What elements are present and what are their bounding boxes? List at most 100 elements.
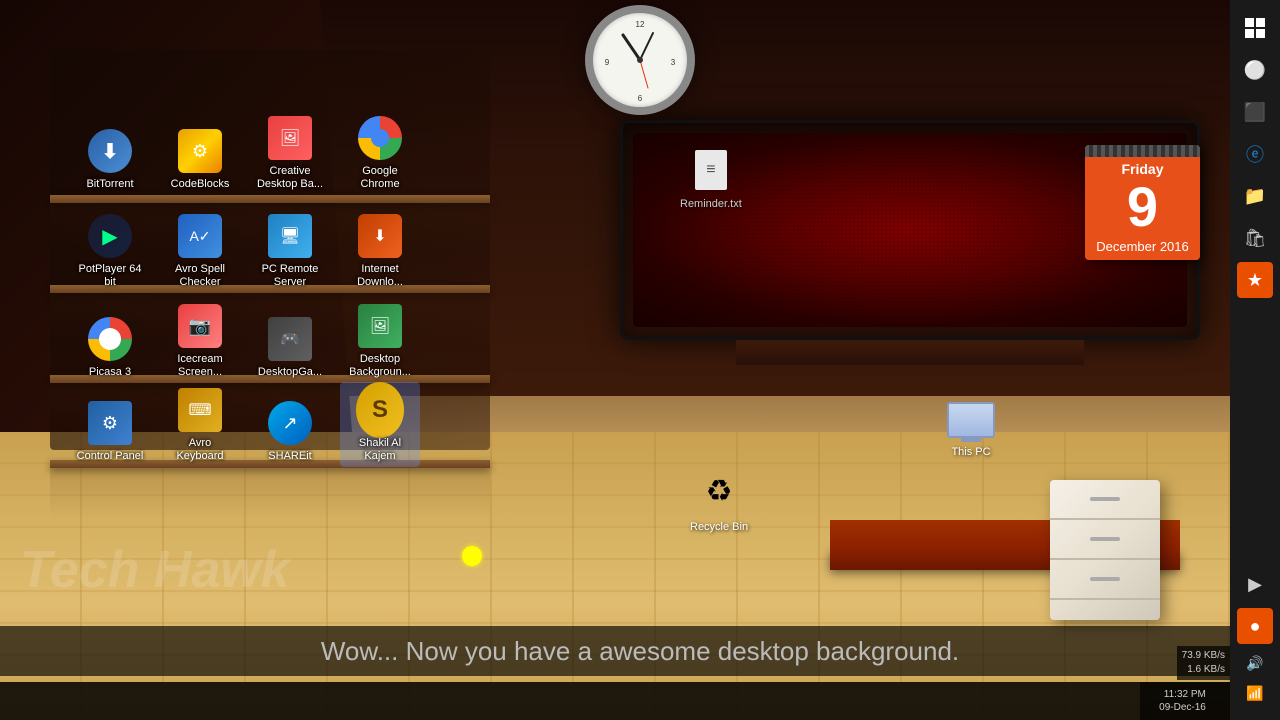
pc-remote-icon[interactable]: 🖥 PC Remote Server bbox=[250, 208, 330, 293]
icon-row-1: ⬇ BitTorrent ⚙ CodeBlocks 🖼 Creative Des… bbox=[70, 110, 420, 195]
svg-text:3: 3 bbox=[671, 58, 676, 67]
pc-remote-label: PC Remote Server bbox=[254, 263, 326, 289]
cabinet bbox=[1050, 480, 1160, 620]
svg-text:9: 9 bbox=[605, 58, 610, 67]
speaker-icon[interactable]: 🔊 bbox=[1237, 650, 1273, 676]
picasa-img bbox=[88, 317, 132, 361]
avro-spell-label: Avro Spell Checker bbox=[164, 263, 236, 289]
codeblocks-img: ⚙ bbox=[178, 129, 222, 173]
shelf-1 bbox=[50, 195, 490, 203]
desktop-bg-wrapper: 🖼 bbox=[356, 302, 404, 350]
control-panel-icon[interactable]: ⚙ Control Panel bbox=[70, 395, 150, 467]
icon-row-3: Picasa 3 📷 Icecream Screen... 🎮 DesktopG… bbox=[70, 298, 420, 383]
avro-kb-icon[interactable]: ⌨ Avro Keyboard bbox=[160, 382, 240, 467]
calendar-day-name: Friday bbox=[1085, 157, 1200, 177]
network-icon[interactable]: 📶 bbox=[1237, 680, 1273, 706]
calendar-top bbox=[1085, 145, 1200, 157]
svg-text:6: 6 bbox=[638, 94, 643, 103]
avro-spell-icon[interactable]: A✓ Avro Spell Checker bbox=[160, 208, 240, 293]
windows-logo-icon[interactable] bbox=[1237, 10, 1273, 46]
cursor bbox=[462, 546, 482, 566]
internet-dl-icon[interactable]: ⬇ Internet Downlo... bbox=[340, 208, 420, 293]
recycle-bin-icon[interactable]: ♻ Recycle Bin bbox=[690, 469, 748, 535]
reminder-icon[interactable]: Reminder.txt bbox=[680, 150, 742, 212]
cabinet-drawer-2 bbox=[1050, 520, 1160, 560]
this-pc-file-icon bbox=[947, 402, 995, 438]
icon-row-4: ⚙ Control Panel ⌨ Avro Keyboard ↗ SHAREi… bbox=[70, 382, 420, 467]
desktop-games-wrapper: 🎮 bbox=[266, 315, 314, 363]
picasa-icon[interactable]: Picasa 3 bbox=[70, 311, 150, 383]
clock-date: 09-Dec-16 bbox=[1159, 701, 1206, 714]
shakil-icon[interactable]: S Shakil Al Kajem bbox=[340, 382, 420, 467]
desktop: Reminder.txt Friday 9 December 2016 12 3… bbox=[0, 0, 1280, 720]
search-icon[interactable]: ⚪ bbox=[1237, 52, 1273, 88]
bittorrent-img: ⬇ bbox=[88, 129, 132, 173]
task-view-icon[interactable]: ⬛ bbox=[1237, 94, 1273, 130]
desktop-bg-label: Desktop Backgroun... bbox=[344, 353, 416, 379]
recycle-bin-file-icon: ♻ bbox=[699, 469, 739, 513]
desktop-games-icon[interactable]: 🎮 DesktopGa... bbox=[250, 311, 330, 383]
recycle-bin-label: Recycle Bin bbox=[690, 521, 748, 533]
calendar-month: December 2016 bbox=[1085, 237, 1200, 260]
icecream-wrapper: 📷 bbox=[176, 302, 224, 350]
file-explorer-icon[interactable]: 📁 bbox=[1237, 178, 1273, 214]
avro-kb-label: Avro Keyboard bbox=[164, 437, 236, 463]
pc-remote-img: 🖥 bbox=[268, 214, 312, 258]
right-sidebar: ⚪ ⬛ ⓔ 📁 🛍 ★ ▶ ● 🔊 📶 bbox=[1230, 0, 1280, 720]
potplayer-icon[interactable]: ▶ PotPlayer 64 bit bbox=[70, 208, 150, 293]
forward-icon[interactable]: ▶ bbox=[1237, 566, 1273, 602]
orange-app-icon[interactable]: ★ bbox=[1237, 262, 1273, 298]
clock-face: 12 3 6 9 bbox=[585, 5, 695, 115]
icecream-icon[interactable]: 📷 Icecream Screen... bbox=[160, 298, 240, 383]
desktop-games-label: DesktopGa... bbox=[258, 366, 322, 379]
store-icon[interactable]: 🛍 bbox=[1237, 220, 1273, 256]
picasa-wrapper bbox=[86, 315, 134, 363]
upload-speed: 73.9 KB/s bbox=[1182, 649, 1225, 663]
potplayer-wrapper: ▶ bbox=[86, 212, 134, 260]
desktop-bg-icon[interactable]: 🖼 Desktop Backgroun... bbox=[340, 298, 420, 383]
download-speed: 1.6 KB/s bbox=[1182, 663, 1225, 677]
creative-desktop-wrapper: 🖼 bbox=[266, 114, 314, 162]
codeblocks-icon[interactable]: ⚙ CodeBlocks bbox=[160, 123, 240, 195]
bittorrent-icon[interactable]: ⬇ BitTorrent bbox=[70, 123, 150, 195]
svg-text:12: 12 bbox=[636, 20, 645, 29]
icecream-label: Icecream Screen... bbox=[164, 353, 236, 379]
system-tray: 11:32 PM 09-Dec-16 bbox=[1140, 682, 1230, 720]
this-pc-icon[interactable]: This PC bbox=[947, 402, 995, 460]
shakil-wrapper: S bbox=[356, 386, 404, 434]
windows-svg bbox=[1245, 18, 1265, 38]
shakil-label: Shakil Al Kajem bbox=[344, 437, 416, 463]
creative-desktop-icon[interactable]: 🖼 Creative Desktop Ba... bbox=[250, 110, 330, 195]
avro-spell-img: A✓ bbox=[178, 214, 222, 258]
reminder-file-icon bbox=[695, 150, 727, 190]
shareit-img: ↗ bbox=[268, 401, 312, 445]
internet-dl-wrapper: ⬇ bbox=[356, 212, 404, 260]
subtitle-bar: Wow... Now you have a awesome desktop ba… bbox=[0, 626, 1280, 676]
shareit-label: SHAREit bbox=[268, 450, 311, 463]
shelf-unit: ⬇ BitTorrent ⚙ CodeBlocks 🖼 Creative Des… bbox=[50, 50, 490, 450]
icecream-img: 📷 bbox=[178, 304, 222, 348]
chrome-inner bbox=[371, 129, 389, 147]
clock-time: 11:32 PM bbox=[1159, 688, 1206, 701]
internet-explorer-icon[interactable]: ⓔ bbox=[1237, 136, 1273, 172]
control-panel-label: Control Panel bbox=[77, 450, 144, 463]
shakil-img: S bbox=[356, 382, 404, 438]
control-panel-wrapper: ⚙ bbox=[86, 399, 134, 447]
avro-kb-img: ⌨ bbox=[178, 388, 222, 432]
bittorrent-icon-wrapper: ⬇ bbox=[86, 127, 134, 175]
pc-remote-wrapper: 🖥 bbox=[266, 212, 314, 260]
creative-desktop-img: 🖼 bbox=[268, 116, 312, 160]
chrome-icon[interactable]: Google Chrome bbox=[340, 110, 420, 195]
orange2-icon[interactable]: ● bbox=[1237, 608, 1273, 644]
codeblocks-label: CodeBlocks bbox=[171, 178, 230, 191]
potplayer-label: PotPlayer 64 bit bbox=[74, 263, 146, 289]
speed-display: 73.9 KB/s 1.6 KB/s bbox=[1177, 646, 1230, 680]
clock-svg: 12 3 6 9 bbox=[593, 13, 687, 107]
bittorrent-label: BitTorrent bbox=[86, 178, 133, 191]
avro-spell-wrapper: A✓ bbox=[176, 212, 224, 260]
potplayer-img: ▶ bbox=[88, 214, 132, 258]
chrome-img bbox=[358, 116, 402, 160]
shareit-icon[interactable]: ↗ SHAREit bbox=[250, 395, 330, 467]
chrome-label: Google Chrome bbox=[344, 165, 416, 191]
creative-desktop-label: Creative Desktop Ba... bbox=[254, 165, 326, 191]
